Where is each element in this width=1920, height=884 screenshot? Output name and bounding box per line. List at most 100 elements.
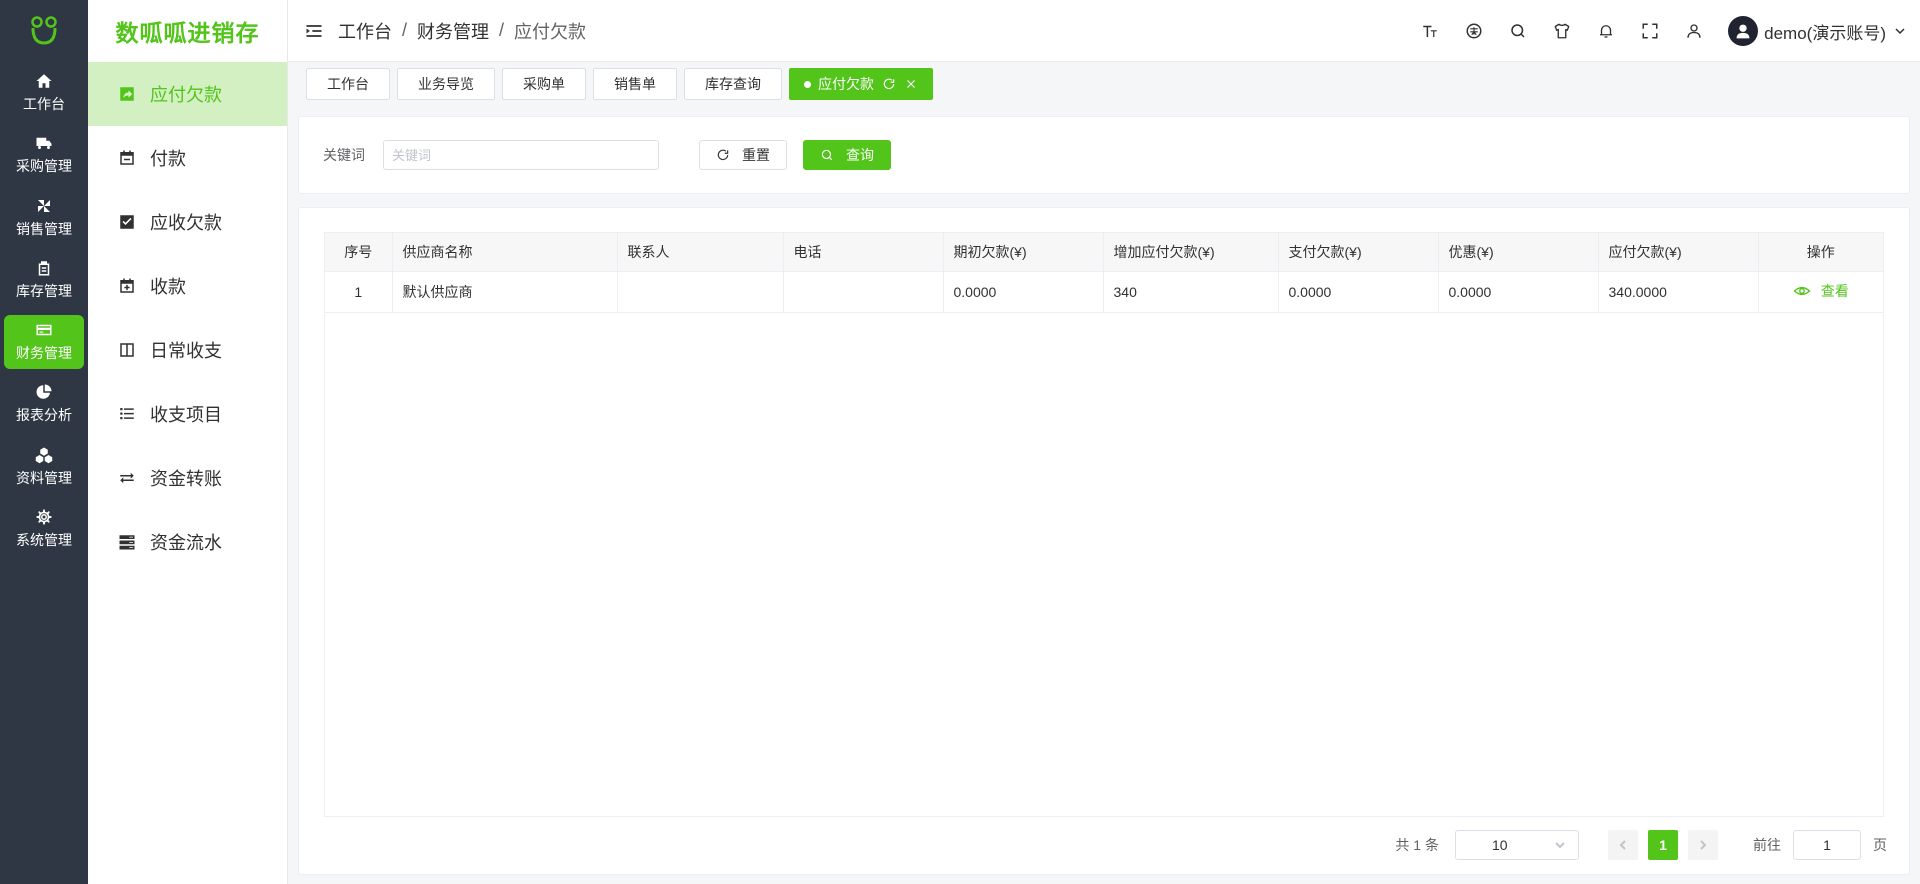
brand-title: 数呱呱进销存 [115,20,260,46]
table-row: 1 默认供应商 0.0000 340 0.0000 0.0000 340.000… [325,271,1883,313]
language-icon [1466,23,1482,39]
close-icon[interactable] [904,77,918,91]
table-panel: 序号 供应商名称 联系人 电话 期初欠款(¥) 增加应付欠款(¥) 支付欠款(¥… [298,207,1910,875]
refresh-icon[interactable] [882,77,896,91]
column-header: 操作 [1758,233,1883,272]
breadcrumb-item[interactable]: 工作台 [338,18,392,44]
cell-action: 查看 [1758,271,1883,313]
main-rail: 工作台 采购管理 销售管理 库存管理 财务管理 报表分析 资料管理 系统管理 [0,0,88,884]
tab-inventory-query[interactable]: 库存查询 [684,68,782,100]
column-header: 序号 [325,233,393,272]
notification-button[interactable] [1584,0,1628,62]
rail-item-inventory[interactable]: 库存管理 [4,253,84,307]
tab-workbench[interactable]: 工作台 [306,68,390,100]
prev-page-button[interactable] [1608,830,1638,860]
submenu-item-receivables[interactable]: 应收欠款 [88,190,287,254]
breadcrumb-item[interactable]: 财务管理 [417,18,489,44]
home-icon [36,74,52,88]
language-button[interactable] [1452,0,1496,62]
total-count: 共 1 条 [1395,837,1439,853]
search-button[interactable] [1496,0,1540,62]
eye-icon [1793,286,1811,295]
goto-label: 前往 [1753,837,1781,853]
submenu-item-receipt[interactable]: 收款 [88,254,287,318]
username: demo(演示账号) [1764,23,1886,43]
submenu-item-categories[interactable]: 收支项目 [88,382,287,446]
rail-item-workbench[interactable]: 工作台 [4,66,84,120]
finance-submenu: 数呱呱进销存 应付欠款 付款 应收欠款 收款 日常收支 收支项目 资金转账 资金… [88,0,288,884]
rail-item-data[interactable]: 资料管理 [4,440,84,494]
search-icon [821,149,833,161]
avatar-icon [1736,24,1750,39]
exchange-icon [120,472,134,484]
keyword-input[interactable] [383,140,659,170]
cell-added: 340 [1103,271,1279,313]
submenu-item-payment[interactable]: 付款 [88,126,287,190]
query-button[interactable]: 查询 [803,140,891,170]
cell-discount: 0.0000 [1438,271,1599,313]
reset-button[interactable]: 重置 [699,140,787,170]
submenu-item-daily[interactable]: 日常收支 [88,318,287,382]
pinwheel-icon [38,200,50,212]
column-header: 增加应付欠款(¥) [1103,233,1279,272]
header-tools: demo(演示账号) [1408,0,1920,62]
truck-icon [36,137,52,149]
rail-item-purchase[interactable]: 采购管理 [4,128,84,182]
rail-item-reports[interactable]: 报表分析 [4,377,84,431]
menu-fold-icon[interactable] [304,21,324,41]
columns-icon [120,343,134,357]
pagination: 共 1 条 10 1 前往 页 [1395,830,1887,860]
profile-button[interactable] [1672,0,1716,62]
goto-page-input[interactable] [1793,830,1861,860]
search-icon [1511,24,1525,38]
column-header: 期初欠款(¥) [943,233,1104,272]
refresh-icon [717,149,729,161]
next-page-button[interactable] [1688,830,1718,860]
page-unit-label: 页 [1873,837,1887,853]
gear-icon [36,509,52,525]
shirt-icon [1554,23,1570,39]
tab-payables[interactable]: 应付欠款 [789,68,933,100]
column-header: 优惠(¥) [1438,233,1599,272]
active-dot [804,80,811,88]
rail-item-sales[interactable]: 销售管理 [4,191,84,245]
font-size-button[interactable] [1408,0,1452,62]
view-button[interactable]: 查看 [1793,281,1849,301]
tab-purchase-order[interactable]: 采购单 [502,68,586,100]
cell-paid: 0.0000 [1278,271,1439,313]
page-size-select[interactable]: 10 [1455,830,1579,860]
table-header-row: 序号 供应商名称 联系人 电话 期初欠款(¥) 增加应付欠款(¥) 支付欠款(¥… [325,233,1883,272]
share-square-icon [120,87,134,101]
cell-opening: 0.0000 [943,271,1104,313]
rail-item-finance[interactable]: 财务管理 [4,315,84,369]
chevron-down-icon [1895,28,1905,35]
column-header: 供应商名称 [392,233,618,272]
column-header: 电话 [783,233,944,272]
user-icon [1687,24,1701,38]
tab-business-guide[interactable]: 业务导览 [397,68,495,100]
check-square-icon [120,215,134,229]
top-header: 工作台 / 财务管理 / 应付欠款 demo(演示账号) [288,0,1920,62]
theme-button[interactable] [1540,0,1584,62]
page-number-current[interactable]: 1 [1648,830,1678,860]
breadcrumb-current: 应付欠款 [514,21,587,42]
cell-phone [783,271,944,313]
cell-contact [617,271,784,313]
font-size-icon [1423,25,1437,37]
fullscreen-button[interactable] [1628,0,1672,62]
server-icon [119,535,135,550]
column-header: 应付欠款(¥) [1598,233,1759,272]
chevron-left-icon [1619,840,1626,850]
submenu-item-payables[interactable]: 应付欠款 [88,62,287,126]
user-menu[interactable]: demo(演示账号) [1728,16,1906,46]
card-icon [36,324,52,336]
tab-sales-order[interactable]: 销售单 [593,68,677,100]
app-logo[interactable] [0,0,88,62]
cell-payable: 340.0000 [1598,271,1759,313]
pie-chart-icon [36,384,52,399]
breadcrumb: 工作台 / 财务管理 / 应付欠款 [338,18,586,44]
submenu-item-transfer[interactable]: 资金转账 [88,446,287,510]
submenu-item-flow[interactable]: 资金流水 [88,510,287,574]
cell-index: 1 [325,271,393,313]
rail-item-system[interactable]: 系统管理 [4,502,84,556]
